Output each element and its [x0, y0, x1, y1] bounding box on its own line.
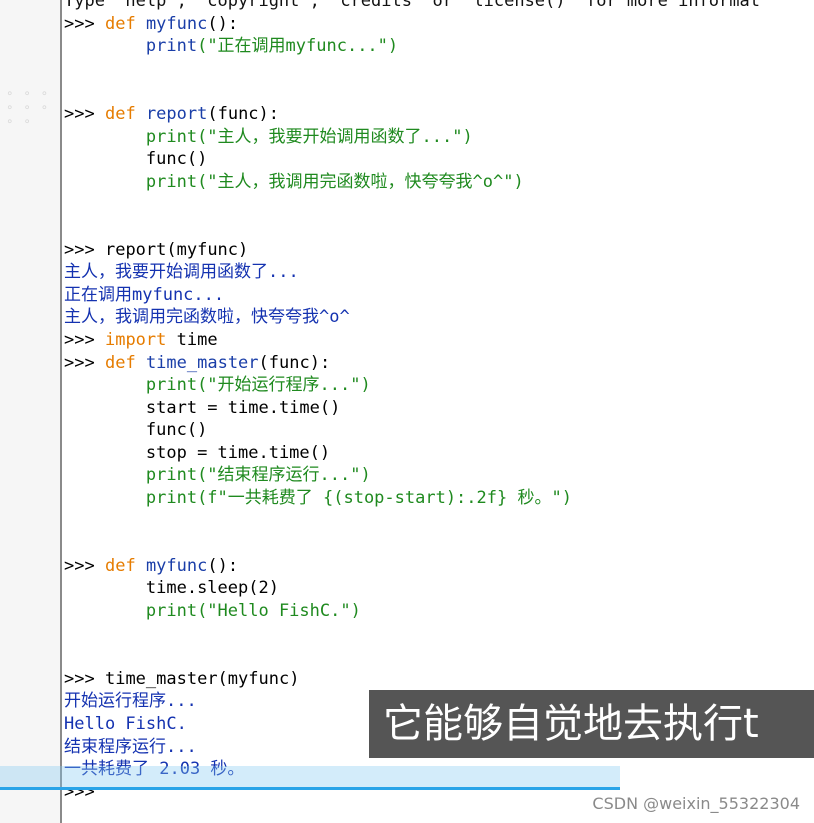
code-text: print("结束程序运行...")	[145, 465, 371, 486]
code-line: >>> import time	[64, 329, 814, 352]
code-line: print("主人，我要开始调用函数了...")	[64, 126, 814, 149]
video-subtitle: 它能够自觉地去执行t	[369, 690, 814, 758]
code-line: print("Hello FishC.")	[64, 600, 814, 623]
builtin-print: print	[145, 36, 198, 57]
code-line: time.sleep(2)	[64, 577, 814, 600]
code-text: print("主人，我要开始调用函数了...")	[145, 126, 473, 147]
watermark: CSDN @weixin_55322304	[592, 794, 800, 813]
prompt: >>>	[64, 555, 95, 576]
function-name: time_master	[145, 352, 259, 373]
code-text: time.sleep(2)	[145, 578, 279, 599]
prompt: >>>	[64, 103, 95, 124]
output-line: 主人，我调用完函数啦，快夸夸我^o^	[64, 307, 350, 328]
code-line: start = time.time()	[64, 397, 814, 420]
code-line: >>> def myfunc():	[64, 555, 814, 578]
code-line: print("正在调用myfunc...")	[64, 35, 814, 58]
keyword-def: def	[104, 13, 136, 34]
prompt: >>>	[64, 352, 95, 373]
code-text: start = time.time()	[145, 397, 341, 418]
keyword-def: def	[104, 103, 136, 124]
prompt: >>>	[64, 239, 95, 260]
signature: (func):	[207, 103, 280, 124]
string-literal: ("正在调用myfunc...")	[197, 36, 399, 57]
keyword-def: def	[104, 555, 136, 576]
python-shell-console[interactable]: Type "help", "copyright", "credits" or "…	[64, 0, 814, 803]
code-line: >>> def myfunc():	[64, 13, 814, 36]
code-text: print("主人，我调用完函数啦，快夸夸我^o^")	[145, 171, 524, 192]
video-progress-buffer[interactable]	[0, 766, 620, 788]
code-line: print("主人，我调用完函数啦，快夸夸我^o^")	[64, 171, 814, 194]
signature: ():	[207, 13, 239, 34]
prompt: >>>	[64, 13, 95, 34]
output-line: 正在调用myfunc...	[64, 284, 225, 305]
editor-gutter: ∘ ∘ ∘ ∘ ∘ ∘ ∘ ∘	[0, 0, 62, 823]
code-line: print("结束程序运行...")	[64, 464, 814, 487]
keyword-def: def	[104, 352, 136, 373]
code-line: >>> def report(func):	[64, 103, 814, 126]
module-name: time	[166, 329, 218, 350]
code-text: func()	[145, 149, 208, 170]
code-text: print(f"一共耗费了 {(stop-start):.2f} 秒。")	[145, 488, 572, 509]
video-progress-bar[interactable]	[0, 787, 620, 790]
code-text: time_master(myfunc)	[104, 668, 300, 689]
code-text: print("Hello FishC.")	[145, 601, 361, 622]
shell-banner: Type "help", "copyright", "credits" or "…	[64, 0, 760, 11]
code-text: report(myfunc)	[104, 239, 249, 260]
code-line: >>> def time_master(func):	[64, 352, 814, 375]
code-line: func()	[64, 148, 814, 171]
function-name: myfunc	[145, 555, 208, 576]
output-line: 主人，我要开始调用函数了...	[64, 262, 299, 283]
code-line: stop = time.time()	[64, 442, 814, 465]
code-line: print(f"一共耗费了 {(stop-start):.2f} 秒。")	[64, 487, 814, 510]
code-line: print("开始运行程序...")	[64, 374, 814, 397]
code-text: func()	[145, 420, 208, 441]
signature: ():	[207, 555, 239, 576]
prompt: >>>	[64, 329, 95, 350]
function-name: report	[145, 103, 208, 124]
code-line: >>> report(myfunc)	[64, 239, 814, 262]
function-name: myfunc	[145, 13, 208, 34]
code-line: func()	[64, 419, 814, 442]
code-text: print("开始运行程序...")	[145, 375, 371, 396]
code-line: >>> time_master(myfunc)	[64, 668, 814, 691]
signature: (func):	[258, 352, 331, 373]
prompt: >>>	[64, 668, 95, 689]
code-text: stop = time.time()	[145, 442, 331, 463]
gutter-decoration: ∘ ∘ ∘ ∘ ∘ ∘ ∘ ∘	[6, 86, 52, 128]
keyword-import: import	[104, 329, 167, 350]
